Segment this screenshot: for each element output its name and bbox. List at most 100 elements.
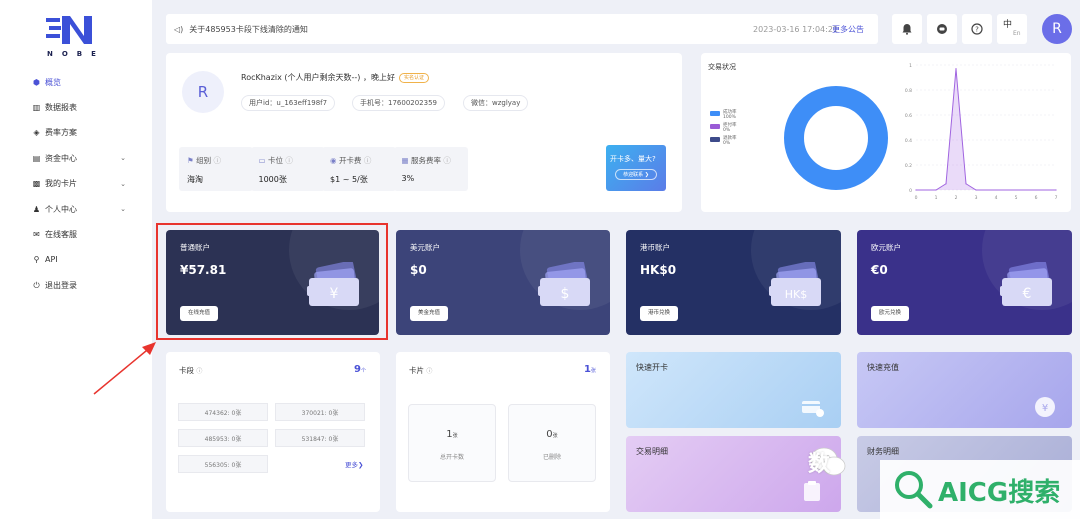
svg-text:¥: ¥ xyxy=(1042,403,1048,414)
power-icon: ⏻ xyxy=(33,280,40,290)
cards-count: 1张 xyxy=(584,364,596,375)
coin-icon: ¥ xyxy=(1035,397,1055,417)
home-icon: ⬢ xyxy=(33,77,40,87)
contact-button[interactable]: 恭迎联系 ❯ xyxy=(615,169,657,180)
y-tick-label: 1 xyxy=(909,63,912,69)
notice-text[interactable]: 关于485953卡段下线清除的通知 xyxy=(189,24,308,35)
lang-zh[interactable]: 中 xyxy=(1003,20,1012,30)
contact-promo[interactable]: 开卡多、量大? 恭迎联系 ❯ xyxy=(606,145,666,191)
segment-item[interactable]: 474362: 0张 xyxy=(178,403,268,421)
user-avatar[interactable]: R xyxy=(1042,14,1072,44)
segment-item[interactable]: 531847: 0张 xyxy=(275,429,365,447)
segment-item[interactable]: 370021: 0张 xyxy=(275,403,365,421)
svg-text:?: ? xyxy=(975,26,979,34)
sidebar-item-7[interactable]: ⚲ API xyxy=(32,251,132,269)
series-point xyxy=(935,189,937,191)
api-icon: ⚲ xyxy=(33,255,40,265)
service-icon: ✉ xyxy=(33,229,40,239)
stat-label: ⚑ 组别 ⓘ xyxy=(187,155,221,166)
clipboard-icon xyxy=(804,481,820,501)
opened-unit: 张 xyxy=(452,433,458,439)
legend-text: 拒付率 0% xyxy=(723,123,737,133)
segment-item[interactable]: 556305: 0张 xyxy=(178,455,268,473)
annotation-arrow xyxy=(93,342,156,395)
x-tick-label: 4 xyxy=(995,195,998,201)
legend-text: 退款率 0% xyxy=(723,136,737,146)
x-tick-label: 1 xyxy=(935,195,938,201)
sidebar-item-5[interactable]: ♟ 个人中心 ⌄ xyxy=(32,200,132,218)
donut-slice-0 xyxy=(784,86,888,190)
notification-button[interactable] xyxy=(892,14,922,44)
info-icon: ⓘ xyxy=(282,156,293,165)
legend-value: 0% xyxy=(723,141,731,146)
info-icon: ⓘ xyxy=(196,368,203,375)
series-point xyxy=(955,68,957,70)
phone-pill: 手机号：17600202359 xyxy=(352,95,445,111)
language-switch[interactable]: 中 En xyxy=(997,14,1027,44)
opened-label: 总开卡数 xyxy=(439,454,464,461)
legend-item: 成功率 100% xyxy=(710,110,737,122)
stat-label-text: 服务费率 xyxy=(410,156,441,165)
sidebar-item-4[interactable]: ▩ 我的卡片 ⌄ xyxy=(32,175,132,193)
sidebar-item-1[interactable]: ▥ 数据报表 xyxy=(32,98,132,116)
stat-box: ◉ 开卡费 ⓘ $1 ~ 5/张 xyxy=(322,147,396,191)
deleted-label: 已删除 xyxy=(542,454,561,461)
highlight-box xyxy=(156,223,388,340)
wechat-pill: 微信：wzglyay xyxy=(463,95,529,111)
series-point xyxy=(975,189,977,191)
transaction-status-card: 交易状况 成功率 100% 拒付率 0% 退款率 0% 0 0.2 0.4 0.6 0.8 1 0 1 2… xyxy=(701,53,1071,212)
x-tick-label: 0 xyxy=(915,195,918,201)
promo-title: 开卡多、量大? xyxy=(610,155,656,163)
slot-icon: ▭ xyxy=(258,156,268,165)
wallet-icon: € xyxy=(1000,262,1052,306)
sidebar-item-8[interactable]: ⏻ 退出登录 xyxy=(32,276,132,294)
finance-details-label: 财务明细 xyxy=(867,447,899,456)
watermark-text: AICG搜索 xyxy=(938,478,1061,508)
chat-icon xyxy=(937,24,947,34)
y-tick-label: 0.6 xyxy=(905,113,912,119)
more-notices-link[interactable]: 更多公告 xyxy=(832,24,864,35)
cards-count-value: 1 xyxy=(584,364,591,375)
sidebar-item-0[interactable]: ⬢ 概览 xyxy=(32,73,132,91)
chart-icon: ▥ xyxy=(32,102,41,112)
watermark: AICG搜索 xyxy=(880,460,1080,519)
quick-open-card-tile[interactable]: 快速开卡 xyxy=(626,352,841,428)
currency-symbol: $ xyxy=(561,286,570,302)
segments-more-link[interactable]: 更多❯ xyxy=(345,459,363,469)
account-action-button[interactable]: 港币兑换 xyxy=(640,306,679,321)
deleted-count: 0张 xyxy=(509,429,595,440)
uid-pill: 用户id：u_163eff198f7 xyxy=(241,95,336,111)
wallet-icon: HK$ xyxy=(769,262,821,306)
sidebar-item-6[interactable]: ✉ 在线客服 xyxy=(32,225,132,243)
fee-icon: ◉ xyxy=(330,156,339,165)
legend-swatch xyxy=(710,137,720,142)
segments-count-value: 9 xyxy=(354,364,361,375)
account-action-button[interactable]: 欧元兑换 xyxy=(871,306,910,321)
sidebar-item-2[interactable]: ◈ 费率方案 xyxy=(32,124,132,142)
legend-item: 拒付率 0% xyxy=(710,123,737,135)
series-area xyxy=(916,68,1056,190)
sidebar-item-label: 在线客服 xyxy=(45,229,77,239)
message-button[interactable] xyxy=(927,14,957,44)
segment-item[interactable]: 485953: 0张 xyxy=(178,429,268,447)
chevron-down-icon: ⌄ xyxy=(120,179,126,188)
help-button[interactable]: ? xyxy=(962,14,992,44)
sidebar-item-label: 数据报表 xyxy=(45,102,77,112)
notice-date: 2023-03-16 17:04:21 xyxy=(753,24,838,34)
segments-title-text: 卡段 xyxy=(179,366,194,375)
lang-en[interactable]: En xyxy=(1013,30,1021,38)
y-tick-label: 0.2 xyxy=(905,163,912,169)
x-tick-label: 6 xyxy=(1035,195,1038,201)
notice-bar[interactable]: ◁) 关于485953卡段下线清除的通知 2023-03-16 17:04:21… xyxy=(166,14,878,44)
stat-label: ▭ 卡位 ⓘ xyxy=(259,155,293,166)
currency-symbol: HK$ xyxy=(785,288,807,301)
legend-item: 退款率 0% xyxy=(710,136,737,148)
stat-box: ⚑ 组别 ⓘ 海淘 xyxy=(179,147,253,191)
account-action-button[interactable]: 美金充值 xyxy=(410,306,449,321)
legend-value: 0% xyxy=(723,128,731,133)
sidebar-item-3[interactable]: ▤ 资金中心 ⌄ xyxy=(32,149,132,167)
bell-icon xyxy=(902,24,912,35)
donut-legend: 成功率 100% 拒付率 0% 退款率 0% xyxy=(710,110,737,149)
quick-recharge-tile[interactable]: 快速充值 ¥ xyxy=(857,352,1072,428)
series-point xyxy=(951,114,953,116)
